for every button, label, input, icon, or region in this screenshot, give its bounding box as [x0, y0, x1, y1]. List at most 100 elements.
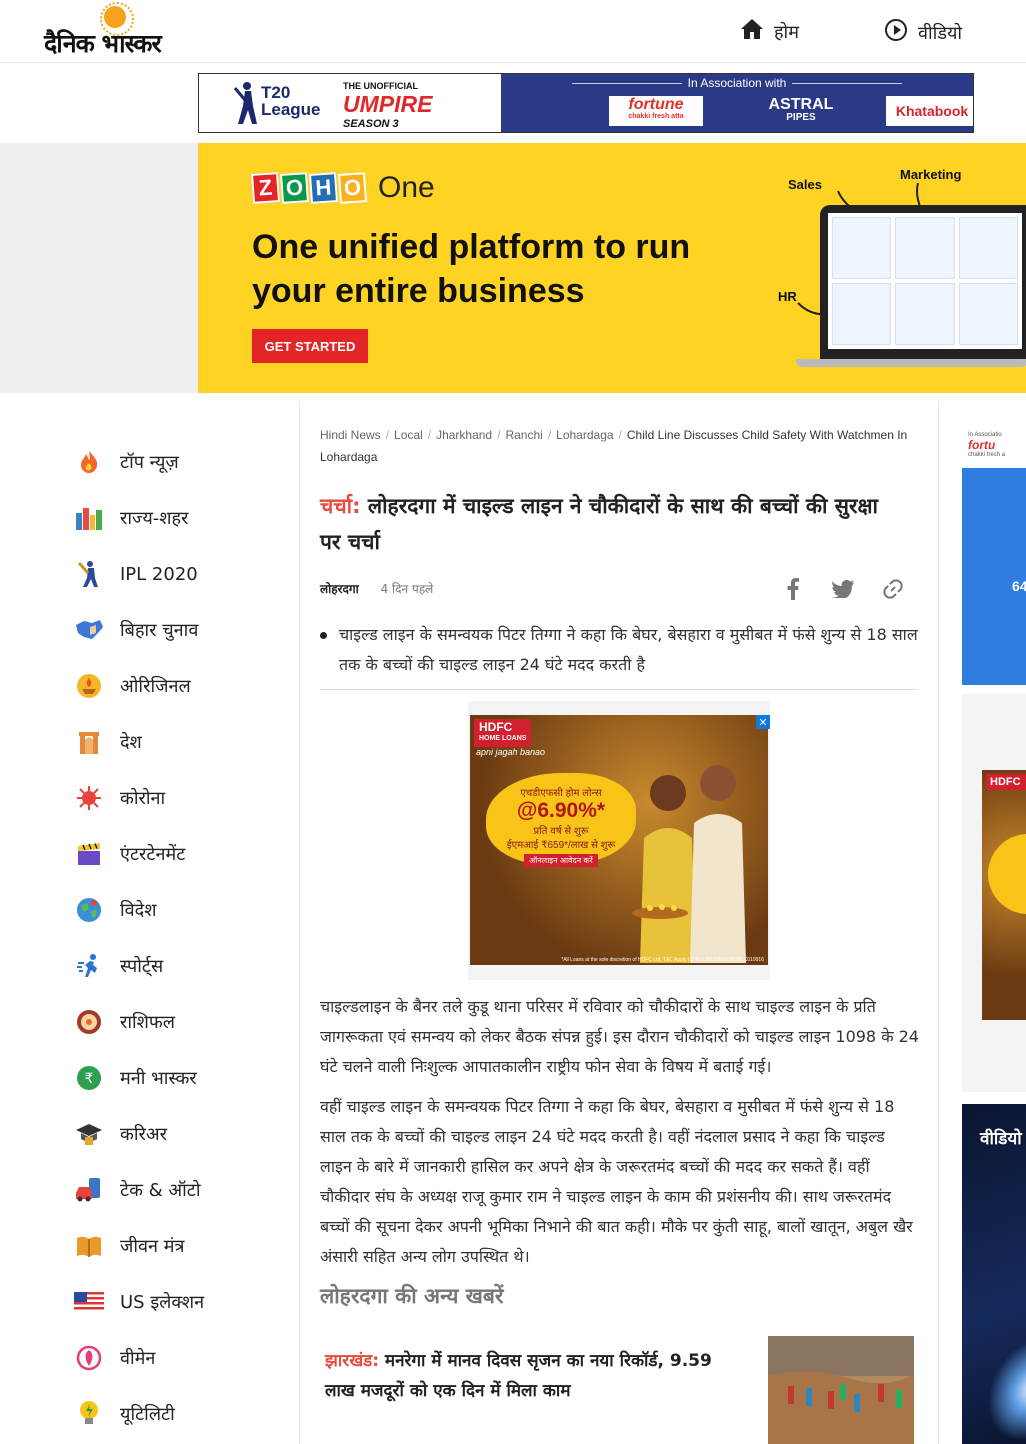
zodiac-icon	[74, 1007, 104, 1037]
breadcrumb-link[interactable]: Lohardaga	[556, 428, 613, 442]
sidebar-item-states[interactable]: राज्य-शहर	[74, 490, 294, 546]
sidebar-item-original[interactable]: ओरिजिनल	[74, 658, 294, 714]
sidebar-item-horoscope[interactable]: राशिफल	[74, 994, 294, 1050]
sponsor-fortune: fortune chakki fresh atta	[609, 96, 703, 126]
sidebar-item-ipl[interactable]: IPL 2020	[74, 546, 294, 602]
sidebar-item-jeevan-mantra[interactable]: जीवन मंत्र	[74, 1218, 294, 1274]
sidebar-item-label: करिअर	[120, 1124, 167, 1145]
video-widget-title: वीडियो	[980, 1129, 1022, 1149]
rupee-icon: ₹	[74, 1063, 104, 1093]
column-divider	[938, 402, 939, 1444]
home-icon	[740, 18, 764, 45]
lamp-icon	[74, 671, 104, 701]
article-location[interactable]: लोहरदगा	[320, 582, 359, 596]
sidebar-item-label: टेक & ऑटो	[120, 1180, 201, 1201]
right-rail-ad-fortune[interactable]: In Associatio fortu chakki fresh a 64	[962, 428, 1026, 685]
us-flag-icon	[74, 1287, 104, 1317]
zoho-ad[interactable]: Z O H O One One unified platform to run …	[198, 143, 1026, 393]
facebook-share-icon[interactable]	[780, 576, 806, 602]
fire-icon	[74, 447, 104, 477]
hdfc-rate: @6.90%*	[516, 799, 606, 822]
article-headline: चर्चा: लोहरदगा में चाइल्ड लाइन ने चौकीदा…	[320, 488, 900, 560]
sponsor-astral: ASTRAL PIPES	[768, 96, 834, 124]
sidebar-item-world[interactable]: विदेश	[74, 882, 294, 938]
sidebar-item-label: कोरोना	[120, 788, 166, 809]
sidebar-item-entertainment[interactable]: एंटरटेनमेंट	[74, 826, 294, 882]
hdfc-ad[interactable]: HDFC HOME LOANS apni jagah banao एचडीएफसी…	[468, 701, 770, 980]
sidebar-item-top-news[interactable]: टॉप न्यूज़	[74, 434, 294, 490]
play-circle-icon	[884, 18, 908, 47]
hdfc-line3: ईएमआई ₹659*/लाख से शुरू	[506, 840, 616, 851]
right-rail-video-widget[interactable]: वीडियो	[962, 1104, 1026, 1444]
breadcrumb-link[interactable]: Hindi News	[320, 428, 381, 442]
cricket-icon	[74, 559, 104, 589]
women-icon	[74, 1343, 104, 1373]
zoho-label-marketing: Marketing	[900, 167, 962, 182]
right-rail-ad-hdfc[interactable]: HDFC	[962, 694, 1026, 1092]
sidebar-item-sports[interactable]: स्पोर्ट्स	[74, 938, 294, 994]
nav-video-label: वीडियो	[918, 22, 963, 44]
zoho-letter: O	[337, 172, 368, 204]
season-label: SEASON 3	[343, 118, 399, 130]
story-thumbnail-image[interactable]	[768, 1336, 914, 1444]
sidebar-item-utility[interactable]: यूटिलिटी	[74, 1386, 294, 1442]
related-story-link[interactable]: झारखंड: मनरेगा में मानव दिवस सृजन का नया…	[325, 1346, 745, 1406]
article-summary: चाइल्ड लाइन के समन्वयक पिटर तिग्गा ने कह…	[320, 620, 918, 690]
breadcrumb-link[interactable]: Jharkhand	[436, 428, 492, 442]
zoho-ad-container: Z O H O One One unified platform to run …	[0, 143, 1026, 393]
nav-video[interactable]: वीडियो	[884, 18, 962, 47]
car-phone-icon	[74, 1175, 104, 1205]
breadcrumb-link[interactable]: Local	[394, 428, 423, 442]
sidebar-item-label: वीमेन	[120, 1348, 156, 1369]
rail-ad-creative[interactable]: HDFC	[982, 770, 1026, 1020]
rail-ad-number: 64	[1012, 578, 1026, 594]
association-label: In Association with	[501, 76, 973, 90]
nav-home[interactable]: होम	[740, 18, 799, 45]
article-paragraph: वहीं चाइल्ड लाइन के समन्वयक पिटर तिग्गा …	[320, 1097, 913, 1266]
ad-close-icon[interactable]: ✕	[756, 715, 770, 729]
nav-home-label: होम	[774, 21, 799, 43]
get-started-button[interactable]: GET STARTED	[252, 329, 368, 363]
sidebar-item-label: राशिफल	[120, 1012, 176, 1033]
sidebar-item-label: जीवन मंत्र	[120, 1236, 185, 1257]
sidebar-item-label: टॉप न्यूज़	[120, 452, 179, 473]
india-gate-icon	[74, 727, 104, 757]
hdfc-tagline: apni jagah banao	[476, 747, 546, 757]
story-title: मनरेगा में मानव दिवस सृजन का नया रिकॉर्ड…	[325, 1351, 712, 1401]
sidebar-item-corona[interactable]: कोरोना	[74, 770, 294, 826]
hdfc-ad-creative[interactable]: HDFC HOME LOANS apni jagah banao एचडीएफसी…	[470, 715, 768, 965]
sidebar-item-career[interactable]: करिअर	[74, 1106, 294, 1162]
rate-badge	[988, 834, 1026, 914]
hdfc-logo: HDFC HOME LOANS	[474, 719, 532, 747]
sidebar-item-label: विदेश	[120, 900, 157, 921]
zoho-letter: H	[308, 172, 339, 204]
hdfc-line2: प्रति वर्ष से शुरू	[533, 826, 589, 837]
hdfc-apply-button[interactable]: ऑनलाइन आवेदन करें	[524, 854, 598, 867]
zoho-logo: Z O H O One	[250, 171, 435, 205]
twitter-share-icon[interactable]	[830, 576, 856, 602]
hdfc-fine-print: *All Loans at the sole discretion of HDF…	[561, 957, 764, 963]
virus-icon	[74, 783, 104, 813]
sidebar-item-country[interactable]: देश	[74, 714, 294, 770]
sidebar-item-money-bhaskar[interactable]: ₹ मनी भास्कर	[74, 1050, 294, 1106]
clapperboard-icon	[74, 839, 104, 869]
sidebar-item-bihar-election[interactable]: बिहार चुनाव	[74, 602, 294, 658]
sidebar-item-label: स्पोर्ट्स	[120, 956, 164, 977]
story-kicker: झारखंड:	[325, 1351, 380, 1371]
sidebar-item-women[interactable]: वीमेन	[74, 1330, 294, 1386]
t20-banner-sponsors: In Association with fortune chakki fresh…	[501, 74, 973, 132]
t20-umpire-banner[interactable]: T20 League THE UNOFFICIAL UMPIRE SEASON …	[198, 73, 974, 133]
link-share-icon[interactable]	[880, 576, 906, 602]
site-logo[interactable]: दैनिक भास्कर	[44, 2, 194, 58]
laptop-base	[796, 359, 1026, 367]
article-time: 4 दिन पहले	[380, 582, 434, 596]
hdfc-line1: एचडीएफसी होम लोन्स	[520, 788, 602, 799]
hdfc-logo: HDFC	[986, 774, 1026, 790]
city-icon	[74, 503, 104, 533]
breadcrumb-link[interactable]: Ranchi	[505, 428, 542, 442]
bulb-icon	[74, 1399, 104, 1429]
sidebar-item-us-election[interactable]: US इलेक्शन	[74, 1274, 294, 1330]
article-paragraph: चाइल्डलाइन के बैनर तले कुडू थाना परिसर म…	[320, 997, 919, 1076]
sidebar-item-tech-auto[interactable]: टेक & ऑटो	[74, 1162, 294, 1218]
sun-icon	[100, 2, 134, 36]
